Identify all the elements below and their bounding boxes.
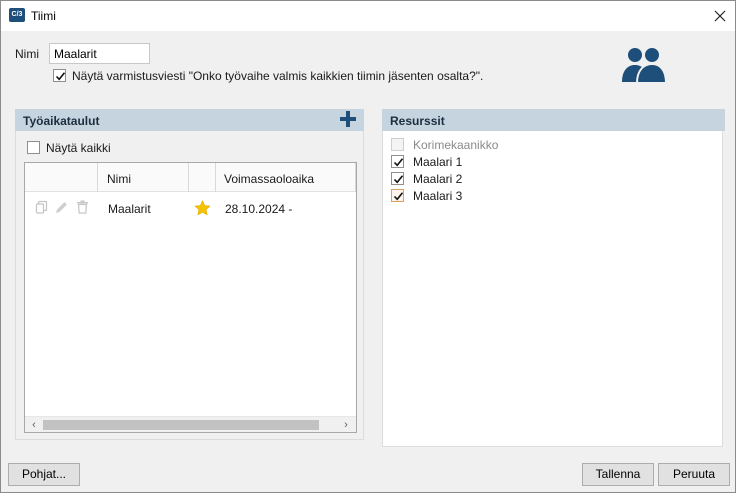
cancel-button[interactable]: Peruuta (658, 463, 730, 486)
edit-icon[interactable] (54, 200, 69, 215)
window-title: Tiimi (31, 9, 56, 23)
checkmark-icon (393, 158, 404, 167)
app-logo-icon: C/3 (9, 8, 25, 22)
star-icon (194, 200, 211, 216)
column-header-validity[interactable]: Voimassaoloaika (224, 172, 314, 186)
resources-header: Resurssit (382, 109, 725, 131)
resource-label: Korimekaanikko (413, 138, 499, 152)
resource-checkbox-korimekaanikko[interactable] (391, 138, 404, 151)
checkmark-icon (393, 175, 404, 184)
confirm-label: Näytä varmistusviesti "Onko työvaihe val… (72, 69, 484, 83)
templates-button[interactable]: Pohjat... (8, 463, 80, 486)
close-button[interactable] (707, 5, 733, 27)
scrollbar-thumb[interactable] (43, 420, 319, 430)
grid-header: Nimi Voimassaoloaika (25, 163, 356, 192)
show-all-checkbox[interactable] (27, 141, 40, 154)
resource-label: Maalari 3 (413, 189, 463, 203)
scroll-left-icon[interactable]: ‹ (28, 419, 40, 431)
copy-icon[interactable] (35, 200, 48, 214)
close-icon (714, 10, 726, 22)
row-name: Maalarit (108, 202, 151, 216)
dialog-window: C/3 Tiimi Nimi Näytä varmistusviesti "On… (0, 0, 736, 493)
name-input[interactable] (49, 43, 150, 64)
confirm-checkbox[interactable] (53, 69, 66, 82)
resource-checkbox-maalari-2[interactable] (391, 172, 404, 185)
dialog-content: Nimi Näytä varmistusviesti "Onko työvaih… (1, 31, 735, 492)
checkmark-icon (393, 192, 404, 201)
checkmark-icon (55, 72, 66, 81)
resource-checkbox-maalari-1[interactable] (391, 155, 404, 168)
team-icon (622, 46, 667, 84)
column-header-name[interactable]: Nimi (107, 172, 131, 186)
save-button[interactable]: Tallenna (582, 463, 654, 486)
show-all-label: Näytä kaikki (46, 141, 111, 155)
horizontal-scrollbar[interactable]: ‹ › (25, 416, 356, 432)
resource-label: Maalari 1 (413, 155, 463, 169)
resource-label: Maalari 2 (413, 172, 463, 186)
name-label: Nimi (15, 47, 39, 61)
schedules-grid: Nimi Voimassaoloaika Maalarit 28.10.2024… (24, 162, 357, 433)
add-schedule-icon[interactable] (339, 110, 357, 128)
delete-icon[interactable] (76, 200, 89, 214)
resource-checkbox-maalari-3[interactable] (391, 189, 404, 202)
scroll-right-icon[interactable]: › (340, 419, 352, 431)
schedules-header: Työaikataulut (15, 109, 364, 131)
row-validity: 28.10.2024 - (225, 202, 293, 216)
title-bar: C/3 Tiimi (1, 1, 735, 31)
